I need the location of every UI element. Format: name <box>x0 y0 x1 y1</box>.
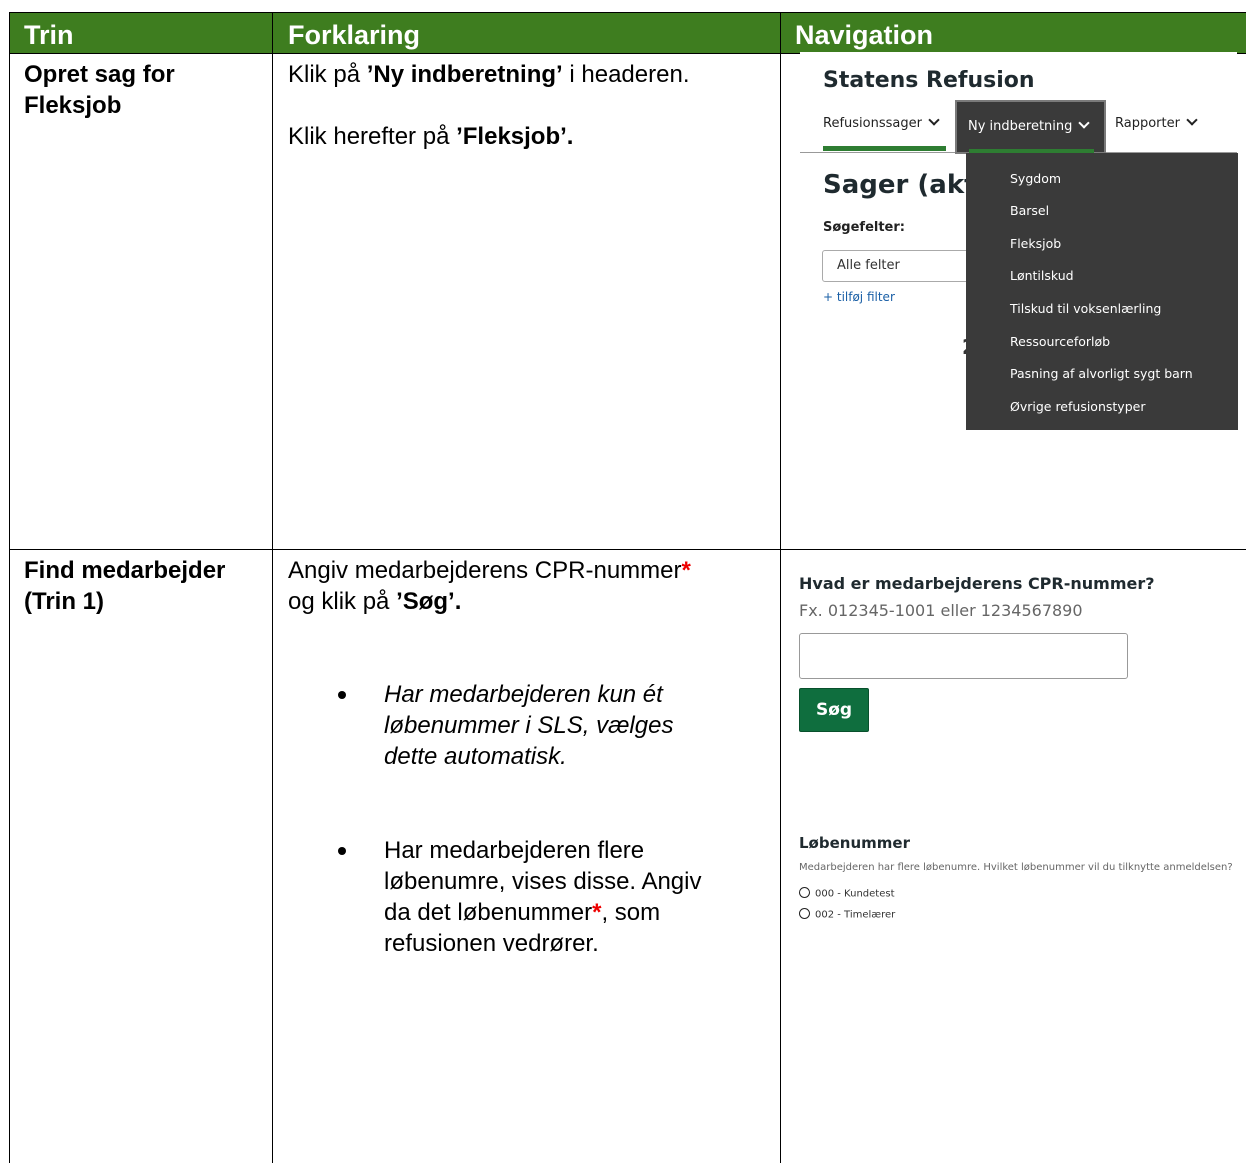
nav-screenshot-ny-indberetning: Statens Refusion Refusionssager Rapporte… <box>800 52 1238 482</box>
dropdown-item-lontilskud[interactable]: Løntilskud <box>1010 268 1074 283</box>
bullet-item: Har medarbejderen kun ét løbenummer i SL… <box>338 679 774 772</box>
row-divider <box>9 549 1246 550</box>
cpr-question: Hvad er medarbejderens CPR-nummer? <box>799 574 1155 593</box>
dropdown-item-pasning[interactable]: Pasning af alvorligt sygt barn <box>1010 366 1193 381</box>
nav-screenshot-find-medarbejder: Hvad er medarbejderens CPR-nummer? Fx. 0… <box>799 570 1239 940</box>
page-heading: Sager (akt <box>823 170 977 200</box>
dropdown-item-fleksjob[interactable]: Fleksjob <box>1010 236 1061 251</box>
text: da det løbenummer <box>384 899 593 926</box>
header-navigation: Navigation <box>795 20 934 50</box>
lobenummer-description: Medarbejderen har flere løbenumre. Hvilk… <box>799 862 1233 873</box>
radio-circle-icon[interactable] <box>799 908 810 919</box>
chevron-down-icon <box>1078 117 1091 129</box>
dropdown-item-ovrige[interactable]: Øvrige refusionstyper <box>1010 399 1145 414</box>
explanation-row1: Klik på ’Ny indberetning’ i headeren. Kl… <box>288 59 689 152</box>
lobenummer-heading: Løbenummer <box>799 834 910 852</box>
dropdown-item-sygdom[interactable]: Sygdom <box>1010 171 1061 186</box>
bullet-line: løbenummer i SLS, vælges <box>384 712 674 739</box>
required-star: * <box>681 557 691 584</box>
bullet-dot <box>338 691 346 699</box>
nav-ny-indberetning[interactable]: Ny indberetning <box>955 100 1106 154</box>
text: Klik på <box>288 61 367 88</box>
all-fields-select[interactable]: Alle felter <box>822 250 982 282</box>
bullet-line: refusionen vedrører. <box>384 930 599 957</box>
bullet-line: Har medarbejderen flere <box>384 837 645 864</box>
header-forklaring: Forklaring <box>288 20 421 50</box>
dropdown-item-barsel[interactable]: Barsel <box>1010 203 1049 218</box>
bullet-line: da det løbenummer*, som <box>384 897 774 928</box>
explanation-line: Angiv medarbejderens CPR-nummer* <box>288 555 768 586</box>
step-line: (Trin 1) <box>24 588 105 615</box>
radio-circle-icon[interactable] <box>799 887 810 898</box>
search-button[interactable]: Søg <box>799 688 869 732</box>
text: og klik på <box>288 588 397 615</box>
bullet-list-1: Har medarbejderen kun ét løbenummer i SL… <box>338 679 774 772</box>
text: Angiv medarbejderens CPR-nummer <box>288 557 682 584</box>
step-line: Opret sag for <box>24 61 175 88</box>
dropdown-item-ressourceforlob[interactable]: Ressourceforløb <box>1010 334 1110 349</box>
radio-option-000[interactable]: 000 - Kundetest <box>799 887 895 900</box>
active-underline <box>823 146 946 151</box>
bullet-dot <box>338 847 346 855</box>
nav-rapporter[interactable]: Rapporter <box>1115 114 1198 131</box>
cpr-hint: Fx. 012345-1001 eller 1234567890 <box>799 601 1083 620</box>
bullet-line: Har medarbejderen kun ét <box>384 681 663 708</box>
bold-text: ’Fleksjob’. <box>456 123 574 150</box>
bullet-line: løbenumre, vises disse. Angiv <box>384 868 702 895</box>
explanation-row2: Angiv medarbejderens CPR-nummer* og klik… <box>288 555 768 617</box>
nav-label: Refusionssager <box>823 116 922 131</box>
chevron-down-icon <box>1186 114 1198 126</box>
explanation-line: og klik på ’Søg’. <box>288 586 768 617</box>
step-line: Fleksjob <box>24 92 122 119</box>
nav-label: Ny indberetning <box>968 117 1091 134</box>
table-divider-2 <box>780 13 781 1163</box>
table-header: Trin Forklaring Navigation <box>9 13 1246 53</box>
add-filter-link[interactable]: + tilføj filter <box>823 290 895 304</box>
chevron-down-icon <box>928 114 940 126</box>
dropdown-item-voksenlaerling[interactable]: Tilskud til voksenlærling <box>1010 301 1161 316</box>
bullet-list-2: Har medarbejderen flere løbenumre, vises… <box>338 835 774 959</box>
text: Klik herefter på <box>288 123 457 150</box>
nav-label: Rapporter <box>1115 116 1180 131</box>
table-divider-1 <box>272 13 273 1163</box>
radio-label: 002 - Timelærer <box>815 909 896 921</box>
bold-text: ’Ny indberetning’ <box>366 61 563 88</box>
step-find-medarbejder: Find medarbejder (Trin 1) <box>24 555 225 617</box>
header-trin: Trin <box>24 20 74 50</box>
cpr-input[interactable] <box>799 633 1128 679</box>
nav-refusionssager[interactable]: Refusionssager <box>823 114 940 131</box>
step-line: Find medarbejder <box>24 557 226 584</box>
text: i headeren. <box>562 61 690 88</box>
ny-indberetning-dropdown: Sygdom Barsel Fleksjob Løntilskud Tilsku… <box>966 153 1238 430</box>
explanation-line: Klik herefter på ’Fleksjob’. <box>288 121 689 152</box>
table-border-left <box>9 13 10 1163</box>
bullet-line: dette automatisk. <box>384 743 567 770</box>
app-title: Statens Refusion <box>823 68 1035 93</box>
step-opret-sag: Opret sag for Fleksjob <box>24 59 175 121</box>
nav-label-text: Ny indberetning <box>968 119 1073 134</box>
explanation-line: Klik på ’Ny indberetning’ i headeren. <box>288 59 689 90</box>
text: , som <box>601 899 661 926</box>
bold-text: ’Søg’. <box>396 588 462 615</box>
search-fields-label: Søgefelter: <box>823 220 905 235</box>
radio-option-002[interactable]: 002 - Timelærer <box>799 908 896 921</box>
bullet-item: Har medarbejderen flere løbenumre, vises… <box>338 835 774 959</box>
radio-label: 000 - Kundetest <box>815 888 895 900</box>
